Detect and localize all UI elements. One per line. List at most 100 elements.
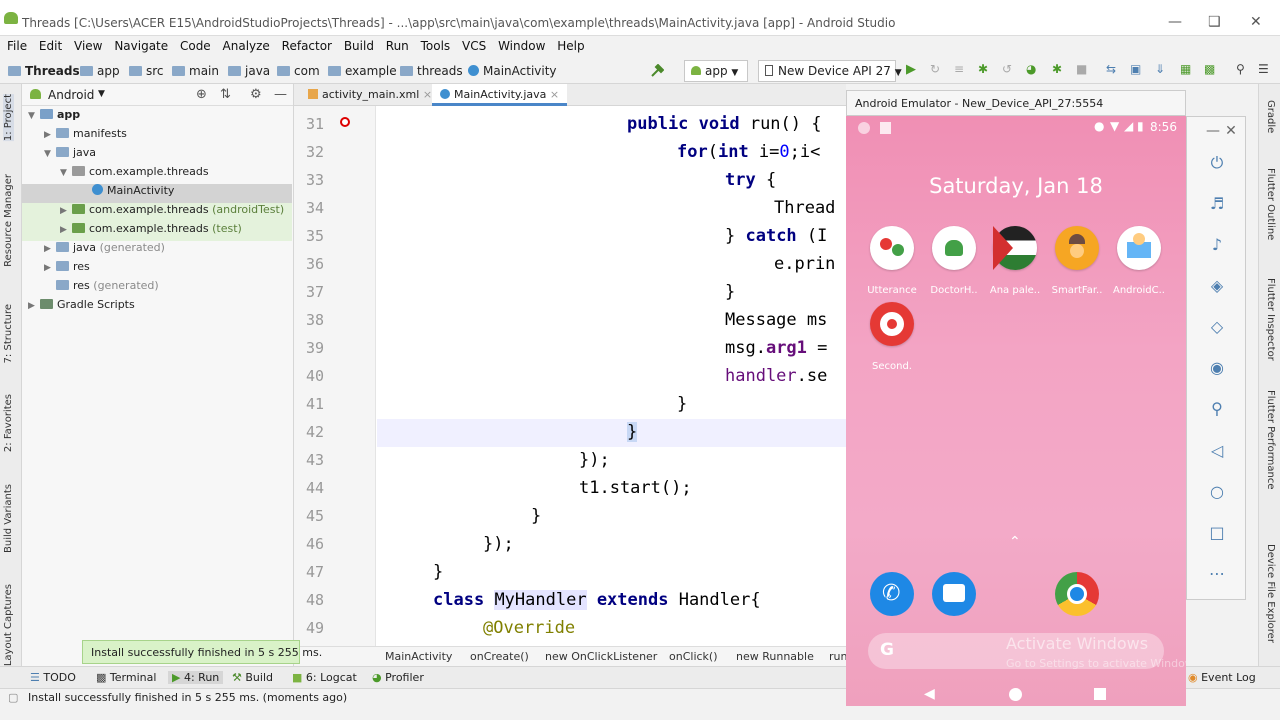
breadcrumb-threads[interactable]: Threads (8, 64, 80, 78)
home-icon[interactable]: ○ (1207, 482, 1227, 502)
recents-nav-icon[interactable] (1094, 688, 1106, 700)
app-utterance-icon[interactable] (870, 226, 914, 270)
stop-icon[interactable]: ■ (1076, 62, 1090, 76)
emulator-icon[interactable]: ▩ (1204, 62, 1218, 76)
code-crumb-oncreate[interactable]: onCreate() (470, 650, 529, 663)
volume-up-icon[interactable]: ♬ (1207, 194, 1227, 214)
settings-icon[interactable]: ☰ (1258, 62, 1272, 76)
menu-file[interactable]: File (7, 36, 27, 53)
back-nav-icon[interactable]: ◀ (924, 686, 935, 702)
tree-item-res-generated[interactable]: res (generated) (44, 279, 292, 298)
sync-icon[interactable]: ⇆ (1106, 62, 1120, 76)
tool-profiler[interactable]: ◕ Profiler (372, 671, 424, 684)
menu-navigate[interactable]: Navigate (114, 36, 168, 53)
android-debug-icon[interactable]: ✱ (1052, 62, 1066, 76)
minimize-icon[interactable]: — (1168, 14, 1182, 30)
tree-item-test[interactable]: ▶ com.example.threads (test) (22, 222, 292, 241)
emulator-minimize-icon[interactable]: — (1203, 123, 1223, 143)
app-second-icon[interactable] (870, 302, 914, 346)
breadcrumb-example[interactable]: example (328, 64, 397, 78)
locate-icon[interactable]: ⊕ (196, 87, 207, 102)
tree-item-java-generated[interactable]: ▶ java (generated) (44, 241, 292, 260)
tree-item-app[interactable]: ▼ app (28, 108, 292, 127)
breadcrumb-app[interactable]: app (80, 64, 120, 78)
avd-manager-icon[interactable]: ▣ (1130, 62, 1144, 76)
attach-debugger-icon[interactable]: ↺ (1002, 62, 1016, 76)
tool-todo[interactable]: ☰ TODO (30, 671, 76, 684)
gear-icon[interactable]: ⚙ (250, 87, 262, 102)
tool-gradle[interactable]: Gradle (1265, 100, 1276, 133)
code-crumb-onclicklistener[interactable]: new OnClickListener (545, 650, 657, 663)
close-tab-icon[interactable]: × (550, 88, 559, 101)
code-editor[interactable]: 31 32 33 34 35 36 37 38 39 40 41 42 43 4… (294, 106, 846, 646)
phone-app-icon[interactable]: ✆ (870, 572, 914, 616)
tool-logcat[interactable]: ■ 6: Logcat (292, 671, 357, 684)
code-crumb-class[interactable]: MainActivity (385, 650, 452, 663)
overview-icon[interactable]: □ (1207, 523, 1227, 543)
tree-item-gradle-scripts[interactable]: ▶ Gradle Scripts (28, 298, 292, 317)
camera-icon[interactable]: ◉ (1207, 358, 1227, 378)
app-farmer-icon[interactable] (1055, 226, 1099, 270)
messages-app-icon[interactable] (932, 572, 976, 616)
tool-build[interactable]: ⚒ Build (232, 671, 273, 684)
breadcrumb-com[interactable]: com (277, 64, 320, 78)
menu-view[interactable]: View (74, 36, 102, 53)
breadcrumb-mainactivity[interactable]: MainActivity (468, 64, 557, 78)
breadcrumb-java[interactable]: java (228, 64, 270, 78)
device-dropdown[interactable]: New Device API 27 ▼ (758, 60, 902, 82)
close-tab-icon[interactable]: × (423, 88, 432, 101)
project-view-selector[interactable]: Android (48, 88, 94, 102)
close-icon[interactable]: ✕ (1250, 14, 1262, 30)
status-toggle-icon[interactable]: ▢ (8, 691, 18, 704)
tree-item-java[interactable]: ▼ java (44, 146, 292, 165)
tool-flutter-performance[interactable]: Flutter Performance (1265, 390, 1276, 490)
layout-inspector-icon[interactable]: ▦ (1180, 62, 1194, 76)
emulator-screen[interactable]: ● ▼ ◢ ▮ 8:56 — Saturday, Jan 18 Utteranc… (846, 116, 1186, 706)
menu-build[interactable]: Build (344, 36, 374, 53)
app-flag-icon[interactable] (993, 226, 1037, 270)
home-nav-icon[interactable] (1009, 688, 1022, 701)
apply-changes-icon[interactable]: ≡ (954, 62, 968, 76)
more-icon[interactable]: ⋯ (1207, 564, 1227, 584)
tool-favorites[interactable]: 2: Favorites (3, 394, 14, 452)
menu-code[interactable]: Code (180, 36, 211, 53)
tab-mainactivity-java[interactable]: MainActivity.java × (432, 84, 568, 106)
phone-date[interactable]: Saturday, Jan 18 (846, 174, 1186, 198)
sdk-manager-icon[interactable]: ⇓ (1155, 62, 1169, 76)
emulator-close-icon[interactable]: ✕ (1221, 123, 1241, 143)
menu-vcs[interactable]: VCS (462, 36, 486, 53)
menu-edit[interactable]: Edit (39, 36, 62, 53)
volume-down-icon[interactable]: ♪ (1207, 235, 1227, 255)
tree-item-package[interactable]: ▼ com.example.threads (60, 165, 292, 184)
rerun-icon[interactable]: ↻ (930, 62, 944, 76)
menu-analyze[interactable]: Analyze (223, 36, 270, 53)
tool-device-file-explorer[interactable]: Device File Explorer (1265, 544, 1276, 643)
code-crumb-run[interactable]: run (829, 650, 847, 663)
app-android-course-icon[interactable] (1117, 226, 1161, 270)
tool-resource-manager[interactable]: Resource Manager (3, 174, 14, 267)
run-icon[interactable]: ▶ (906, 62, 920, 77)
collapse-icon[interactable]: ⇅ (220, 87, 231, 102)
run-config-dropdown[interactable]: app ▼ (684, 60, 748, 82)
tree-item-androidtest[interactable]: ▶ com.example.threads (androidTest) (22, 203, 292, 222)
breakpoint-warning-icon[interactable] (340, 117, 350, 127)
hammer-icon[interactable] (650, 64, 664, 78)
breadcrumb-threads-pkg[interactable]: threads (400, 64, 463, 78)
rotate-right-icon[interactable]: ◇ (1207, 317, 1227, 337)
code-crumb-onclick[interactable]: onClick() (669, 650, 718, 663)
tool-run[interactable]: ▶ 4: Run (168, 671, 224, 684)
rotate-left-icon[interactable]: ◈ (1207, 276, 1227, 296)
menu-run[interactable]: Run (386, 36, 409, 53)
code-crumb-runnable[interactable]: new Runnable (736, 650, 814, 663)
maximize-icon[interactable]: ❑ (1208, 14, 1221, 30)
breadcrumb-src[interactable]: src (129, 64, 164, 78)
back-icon[interactable]: ◁ (1207, 441, 1227, 461)
search-icon[interactable]: ⚲ (1236, 62, 1250, 76)
tool-flutter-outline[interactable]: Flutter Outline (1265, 168, 1276, 240)
menu-help[interactable]: Help (557, 36, 584, 53)
tool-structure[interactable]: 7: Structure (3, 304, 14, 363)
install-toast[interactable]: Install successfully finished in 5 s 255… (82, 640, 322, 664)
tool-build-variants[interactable]: Build Variants (3, 484, 14, 553)
profile-icon[interactable]: ◕ (1026, 62, 1040, 76)
tree-item-mainactivity[interactable]: MainActivity (22, 184, 292, 203)
